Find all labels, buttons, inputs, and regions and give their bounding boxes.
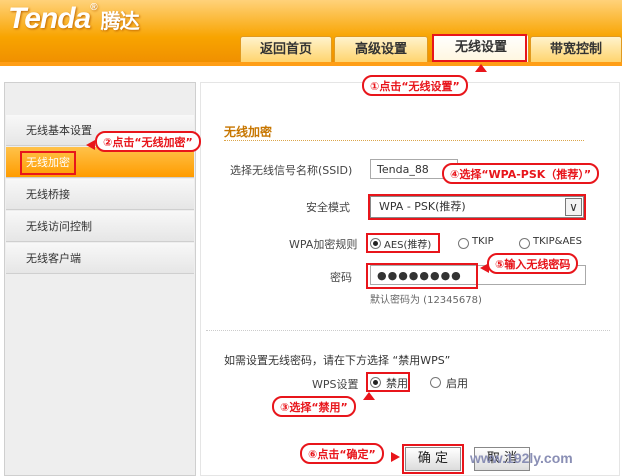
- ssid-label: 选择无线信号名称(SSID): [230, 164, 353, 177]
- security-mode-label: 安全模式: [306, 201, 350, 214]
- radio-wps-enable-label: 启用: [446, 377, 468, 390]
- header-bar: Tenda®腾达 返回首页 高级设置 无线设置 带宽控制: [0, 0, 622, 63]
- wps-label: WPS设置: [312, 378, 359, 391]
- tab-home[interactable]: 返回首页: [240, 36, 332, 63]
- highlight-security-item: [20, 151, 76, 175]
- radio-tkip[interactable]: [458, 238, 469, 249]
- radio-wps-enable[interactable]: [430, 377, 441, 388]
- highlight-wireless-tab: [432, 34, 527, 62]
- highlight-password: [366, 263, 478, 289]
- annotation-step4: ④选择“WPA-PSK（推荐）”: [442, 163, 600, 184]
- annotation-step1: ①点击“无线设置”: [362, 75, 468, 96]
- arrow-left-icon: [86, 140, 95, 150]
- tab-bandwidth-control[interactable]: 带宽控制: [530, 36, 622, 63]
- sidebar-item-wireless-bridge[interactable]: 无线桥接: [6, 179, 194, 210]
- logo-chinese: 腾达: [100, 11, 140, 33]
- sidebar-item-access-control[interactable]: 无线访问控制: [6, 211, 194, 242]
- sidebar-item-wireless-client[interactable]: 无线客户端: [6, 243, 194, 274]
- logo-reg-mark: ®: [90, 2, 97, 13]
- tab-advanced-settings[interactable]: 高级设置: [334, 36, 428, 63]
- annotation-step6: ⑥点击“确定”: [300, 443, 384, 464]
- section-title: 无线加密: [224, 125, 273, 139]
- watermark: www.192ly.com: [470, 450, 573, 466]
- header-divider: [0, 62, 622, 66]
- highlight-wps-disable: [366, 372, 410, 392]
- radio-tkip-aes[interactable]: [519, 238, 530, 249]
- wps-note: 如需设置无线密码，请在下方选择 “禁用WPS”: [224, 354, 451, 367]
- annotation-step5: ⑤输入无线密码: [487, 253, 579, 274]
- arrow-right-icon: [391, 452, 400, 462]
- radio-tkip-label: TKIP: [472, 236, 494, 247]
- arrow-up-icon-wps: [363, 392, 375, 400]
- highlight-security-select: [368, 194, 586, 220]
- cipher-label: WPA加密规则: [289, 238, 358, 251]
- section-divider: [224, 140, 584, 141]
- highlight-aes-option: [366, 233, 440, 253]
- annotation-step3: ③选择“禁用”: [272, 396, 356, 417]
- logo-text: Tenda: [8, 2, 91, 35]
- highlight-ok-button: [402, 444, 464, 474]
- password-label: 密码: [330, 271, 352, 284]
- annotation-step2: ②点击“无线加密”: [95, 131, 201, 152]
- tenda-logo: Tenda®腾达: [8, 2, 140, 36]
- password-hint: 默认密码为 (12345678): [370, 295, 482, 306]
- form-divider: [206, 330, 610, 331]
- radio-tkip-aes-label: TKIP&AES: [533, 236, 582, 247]
- arrow-up-icon: [475, 64, 487, 72]
